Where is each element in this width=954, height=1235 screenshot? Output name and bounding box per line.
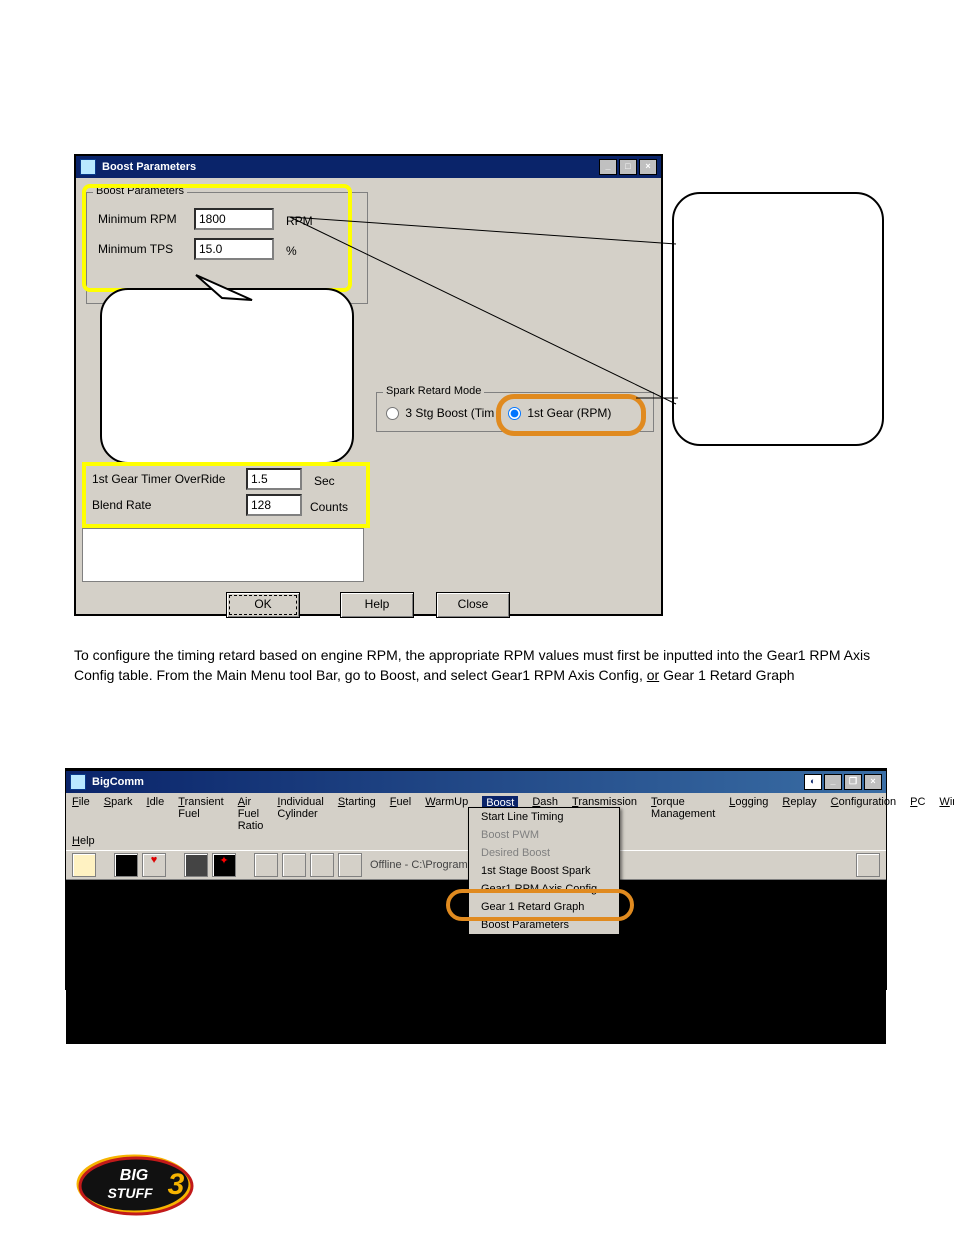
min-rpm-input[interactable] [194, 208, 274, 230]
menu-windows[interactable]: Windows [939, 796, 954, 832]
menu-item-gear1-rpm-axis-config[interactable]: Gear1 RPM Axis Config [469, 880, 619, 898]
min-rpm-label: Minimum RPM [98, 212, 177, 226]
boost-parameters-dialog: Boost Parameters _ □ × Boost Parameters … [74, 154, 663, 616]
svg-text:STUFF: STUFF [107, 1185, 153, 1201]
spark-retard-mode-title: Spark Retard Mode [383, 385, 484, 397]
radio-3stg-boost[interactable]: 3 Stg Boost (Tim [386, 406, 494, 420]
blend-unit: Counts [310, 500, 348, 514]
svg-text:BIG: BIG [120, 1167, 148, 1184]
bigcomm-close-button[interactable]: × [864, 774, 882, 790]
menu-item-gear-1-retard-graph[interactable]: Gear 1 Retard Graph [469, 898, 619, 916]
menu-air-fuel-ratio[interactable]: Air Fuel Ratio [238, 796, 264, 832]
document-paragraph: To configure the timing retard based on … [74, 645, 894, 685]
bigcomm-app-icon [70, 774, 86, 790]
bigcomm-title: BigComm [92, 776, 144, 788]
menu-item-boost-parameters[interactable]: Boost Parameters [469, 916, 619, 934]
bigcomm-restore-button[interactable]: ❐ [844, 774, 862, 790]
menu-item-1st-stage-boost-spark[interactable]: 1st Stage Boost Spark [469, 862, 619, 880]
menu-individual-cylinder[interactable]: Individual Cylinder [277, 796, 323, 832]
override-input[interactable] [246, 468, 302, 490]
menu-starting[interactable]: Starting [338, 796, 376, 832]
blank-panel-left [82, 528, 364, 582]
override-label: 1st Gear Timer OverRide [92, 472, 225, 486]
menu-transient-fuel[interactable]: Transient Fuel [178, 796, 223, 832]
dialog-title: Boost Parameters [102, 161, 196, 173]
menu-pc[interactable]: PC [910, 796, 925, 832]
menu-fuel[interactable]: Fuel [390, 796, 411, 832]
toolbar-btn-9[interactable] [338, 853, 362, 877]
bigcomm-window: BigComm ◐ _ ❐ × File Spark Idle Transient F… [65, 768, 887, 990]
minimize-button[interactable]: _ [599, 159, 617, 175]
svg-text:3: 3 [168, 1168, 185, 1201]
speech-bubble-left [100, 288, 354, 464]
min-tps-label: Minimum TPS [98, 242, 173, 256]
toolbar-btn-10[interactable] [856, 853, 880, 877]
menu-item-start-line-timing[interactable]: Start Line Timing [469, 808, 619, 826]
menu-logging[interactable]: Logging [729, 796, 768, 832]
toolbar-btn-8[interactable] [310, 853, 334, 877]
toolbar-btn-4[interactable] [184, 853, 208, 877]
menu-item-desired-boost: Desired Boost [469, 844, 619, 862]
bigstuff3-logo: BIG STUFF 3 [74, 1150, 194, 1216]
radio-1st-gear-rpm[interactable]: 1st Gear (RPM) [508, 406, 611, 420]
menu-spark[interactable]: Spark [104, 796, 133, 832]
menu-configuration[interactable]: Configuration [831, 796, 896, 832]
menu-help[interactable]: Help [72, 835, 95, 847]
app-icon [80, 159, 96, 175]
toolbar-btn-7[interactable] [282, 853, 306, 877]
close-button[interactable]: Close [436, 592, 510, 618]
close-window-button[interactable]: × [639, 159, 657, 175]
bigcomm-titlebar: BigComm ◐ _ ❐ × [66, 769, 886, 793]
dialog-titlebar: Boost Parameters _ □ × [76, 154, 661, 178]
callout-box-right [672, 192, 884, 446]
toolbar-btn-1[interactable] [72, 853, 96, 877]
maximize-button[interactable]: □ [619, 159, 637, 175]
min-tps-input[interactable] [194, 238, 274, 260]
bigcomm-minimize-button[interactable]: _ [824, 774, 842, 790]
toolbar-btn-2[interactable] [114, 853, 138, 877]
ok-button[interactable]: OK [226, 592, 300, 618]
override-unit: Sec [314, 474, 335, 488]
blend-label: Blend Rate [92, 498, 151, 512]
menu-warmup[interactable]: WarmUp [425, 796, 468, 832]
menu-item-boost-pwm: Boost PWM [469, 826, 619, 844]
boost-parameters-group-title: Boost Parameters [93, 185, 187, 197]
blend-input[interactable] [246, 494, 302, 516]
menu-idle[interactable]: Idle [147, 796, 165, 832]
menu-replay[interactable]: Replay [782, 796, 816, 832]
min-rpm-unit: RPM [286, 214, 313, 228]
boost-dropdown-menu: Start Line TimingBoost PWMDesired Boost1… [468, 807, 620, 935]
menu-file[interactable]: File [72, 796, 90, 832]
toolbar-btn-6[interactable] [254, 853, 278, 877]
indicator-icon: ◐ [804, 774, 822, 790]
min-tps-unit: % [286, 244, 297, 258]
help-button[interactable]: Help [340, 592, 414, 618]
menu-torque-management[interactable]: Torque Management [651, 796, 715, 832]
toolbar-btn-3[interactable]: ♥ [142, 853, 166, 877]
toolbar-btn-5[interactable]: ✦ [212, 853, 236, 877]
